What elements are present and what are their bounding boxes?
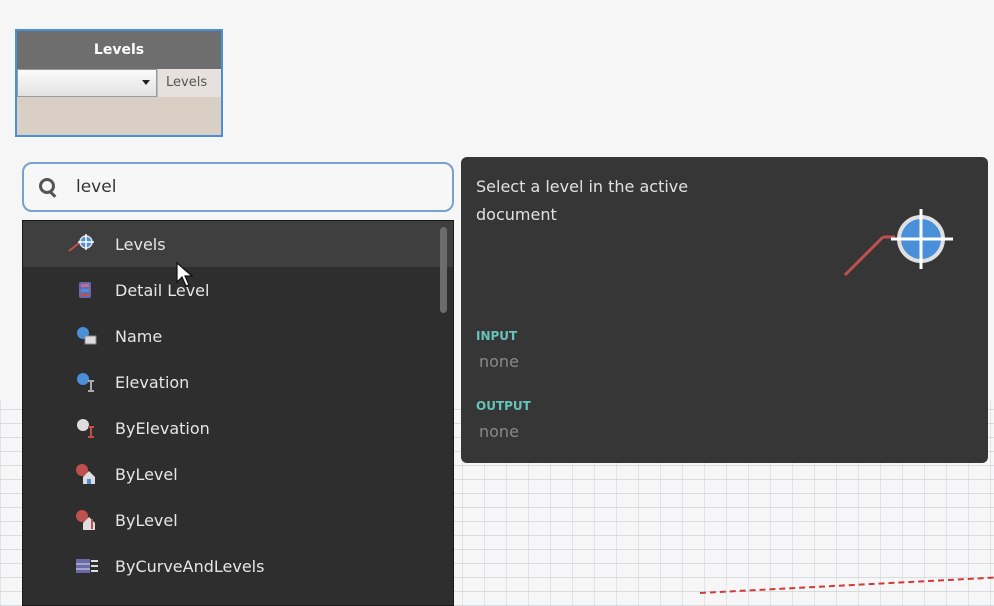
node-title: Levels (17, 31, 221, 69)
by-level-alt-icon (75, 509, 97, 531)
level-dropdown[interactable] (17, 69, 157, 97)
detail-level-icon (75, 279, 97, 301)
elevation-icon (75, 371, 97, 393)
result-label: Detail Level (115, 280, 210, 300)
output-value: none (479, 422, 519, 441)
search-box[interactable] (22, 162, 454, 212)
search-input[interactable] (74, 176, 438, 198)
result-item-elevation[interactable]: Elevation (23, 359, 453, 405)
result-label: ByLevel (115, 464, 178, 484)
result-label: ByElevation (115, 418, 210, 438)
result-item-detail-level[interactable]: Detail Level (23, 267, 453, 313)
result-item-by-level-2[interactable]: ByLevel (23, 497, 453, 543)
result-item-by-elevation[interactable]: ByElevation (23, 405, 453, 451)
result-item-levels[interactable]: Levels (23, 221, 453, 267)
result-item-name[interactable]: Name (23, 313, 453, 359)
mouse-cursor-icon (176, 262, 194, 287)
name-icon (75, 325, 97, 347)
by-elevation-icon (75, 417, 97, 439)
result-label: ByCurveAndLevels (115, 556, 265, 576)
node-body: Levels (17, 69, 221, 99)
level-crosshair-icon (843, 209, 963, 293)
search-results-list[interactable]: Levels Detail Level Name Elevation ByEle… (22, 220, 454, 606)
output-port-levels[interactable]: Levels (157, 69, 221, 97)
level-crosshair-icon (68, 233, 97, 255)
search-icon (38, 177, 58, 197)
output-label: OUTPUT (476, 399, 531, 413)
by-level-icon (75, 463, 97, 485)
result-label: Levels (115, 234, 166, 254)
by-curve-and-levels-icon (75, 555, 98, 577)
levels-node[interactable]: Levels Levels (15, 29, 223, 137)
result-label: ByLevel (115, 510, 178, 530)
result-item-by-level[interactable]: ByLevel (23, 451, 453, 497)
result-item-by-curve-and-levels[interactable]: ByCurveAndLevels (23, 543, 453, 589)
results-scrollbar[interactable] (440, 227, 447, 313)
input-value: none (479, 352, 519, 371)
result-label: Name (115, 326, 163, 346)
tooltip-description: Select a level in the active document (476, 177, 689, 224)
input-label: INPUT (476, 329, 518, 343)
chevron-down-icon[interactable] (142, 80, 150, 85)
result-label: Elevation (115, 372, 190, 392)
node-tooltip-panel: Select a level in the active document IN… (461, 157, 988, 463)
